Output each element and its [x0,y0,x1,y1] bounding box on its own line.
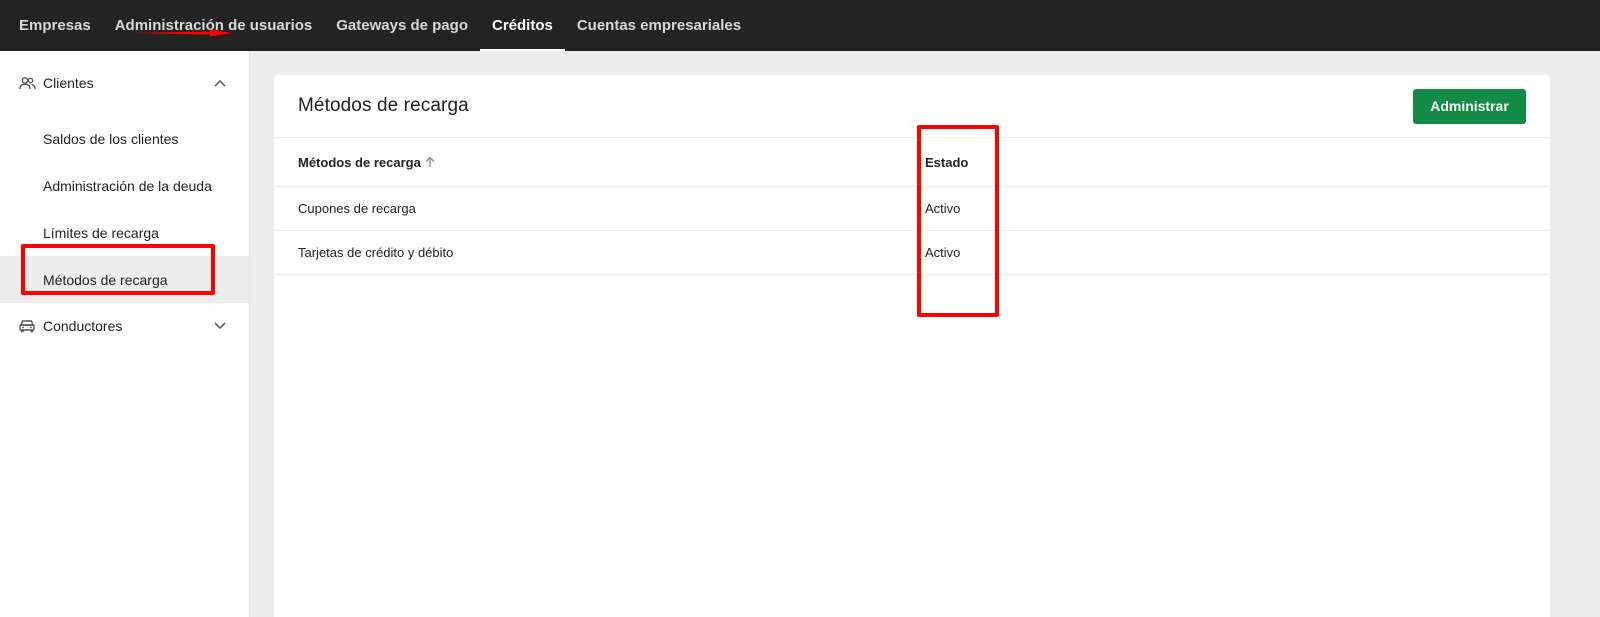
administrar-button[interactable]: Administrar [1413,88,1526,124]
tab-cuentas-empresariales[interactable]: Cuentas empresariales [565,0,753,51]
table-cell-method: Cupones de recarga [298,201,416,216]
sidebar-item-deuda[interactable]: Administración de la deuda [0,162,249,209]
column-header-estado[interactable]: Estado [925,155,1550,170]
chevron-up-icon[interactable] [213,76,227,90]
tab-gateways-pago[interactable]: Gateways de pago [324,0,480,51]
column-header-metodos[interactable]: Métodos de recarga [274,155,925,170]
sidebar-item-saldos[interactable]: Saldos de los clientes [0,115,249,162]
people-icon [18,74,36,92]
sidebar-group-label: Clientes [43,75,94,91]
page-title: Métodos de recarga [298,95,469,116]
panel-header: Métodos de recarga Administrar [274,75,1550,138]
table-row[interactable]: Tarjetas de crédito y débito Activo [274,231,1550,275]
chevron-down-icon[interactable] [213,319,227,333]
sidebar-item-limites[interactable]: Límites de recarga [0,209,249,256]
sidebar-group-conductores[interactable]: Conductores [0,303,249,349]
sidebar-item-metodos[interactable]: Métodos de recarga [0,256,249,303]
sidebar-group-label: Conductores [43,318,123,334]
methods-table: Métodos de recarga Estado Cupones de rec… [274,138,1550,275]
table-cell-status: Activo [925,201,961,216]
table-cell-method: Tarjetas de crédito y débito [298,245,454,260]
main-panel: Métodos de recarga Administrar Métodos d… [274,75,1550,617]
column-header-label: Métodos de recarga [298,154,421,170]
table-cell-status: Activo [925,245,961,260]
tab-empresas[interactable]: Empresas [7,0,103,51]
sidebar-group-clientes[interactable]: Clientes [0,51,249,115]
sort-arrow-up-icon[interactable] [424,156,436,168]
car-icon [18,317,36,335]
top-navigation: Empresas Administración de usuarios Gate… [0,0,1600,51]
annotation-arrow [132,29,232,37]
tab-creditos[interactable]: Créditos [479,0,565,51]
table-row[interactable]: Cupones de recarga Activo [274,187,1550,231]
sidebar: Clientes Saldos de los clientes Administ… [0,51,250,617]
table-header-row: Métodos de recarga Estado [274,138,1550,187]
